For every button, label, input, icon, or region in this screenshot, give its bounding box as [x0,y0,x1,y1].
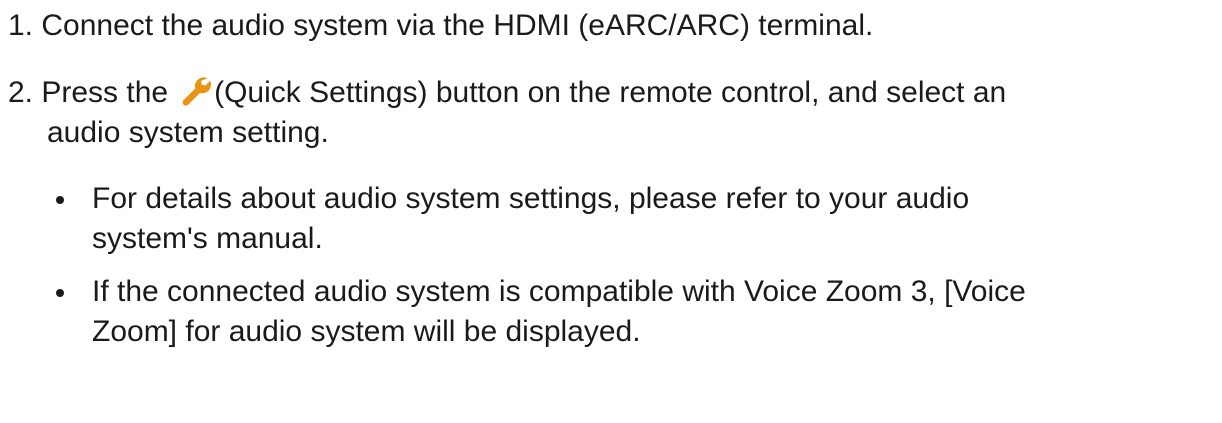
step-number: 1. [8,9,34,42]
bullet-icon [56,289,64,297]
step-text: Connect the audio system via the HDMI (e… [41,9,874,42]
bullet-line-1: For details about audio system settings,… [92,182,970,215]
step-text-before-icon: Press the [41,76,169,109]
list-item: For details about audio system settings,… [48,179,1202,259]
step-2-notes: For details about audio system settings,… [48,179,1202,365]
bullet-line-2: Zoom] for audio system will be displayed… [92,315,641,348]
bullet-line-1: If the connected audio system is compati… [92,275,1026,308]
bullet-icon [56,196,64,204]
instructions-document: 1. Connect the audio system via the HDMI… [0,0,1222,423]
step-number: 2. [8,76,34,109]
wrench-icon [180,75,212,107]
step-text-after-icon: (Quick Settings) button on the remote co… [214,76,1007,109]
step-1: 1. Connect the audio system via the HDMI… [8,6,1202,46]
step-2: 2. Press the (Quick Settings) button on … [8,73,1202,153]
list-item: If the connected audio system is compati… [48,272,1202,352]
step-text-continued: audio system setting. [47,116,329,149]
bullet-line-2: system's manual. [92,222,323,255]
